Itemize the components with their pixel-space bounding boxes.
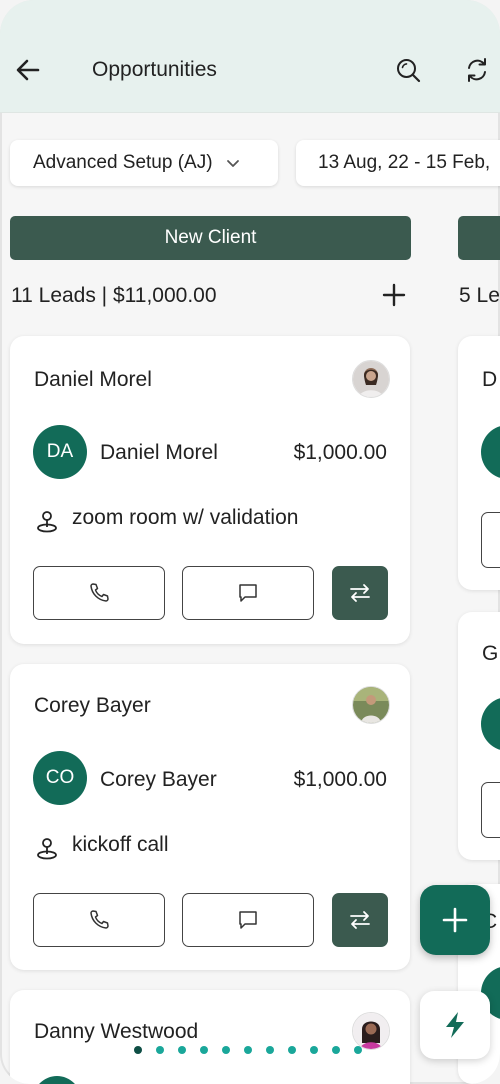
appointment-title: zoom room w/ validation bbox=[72, 506, 299, 529]
call-button[interactable] bbox=[33, 566, 165, 620]
lightning-icon bbox=[446, 1012, 464, 1038]
page-title: Opportunities bbox=[92, 58, 217, 81]
contact-name: Daniel Morel bbox=[100, 441, 218, 464]
arrow-left-icon[interactable] bbox=[12, 54, 44, 86]
page-dot[interactable] bbox=[178, 1046, 186, 1054]
call-button[interactable] bbox=[33, 893, 165, 947]
appointment-title: kickoff call bbox=[72, 833, 169, 856]
avatar bbox=[352, 360, 390, 398]
opportunity-card[interactable]: Danny Westwood bbox=[10, 990, 410, 1084]
location-pin-icon bbox=[37, 511, 57, 533]
opportunity-value: $1,000.00 bbox=[293, 441, 387, 464]
page-dot[interactable] bbox=[266, 1046, 274, 1054]
page-dot[interactable] bbox=[354, 1046, 362, 1054]
opportunity-title: Danny Westwood bbox=[34, 1020, 199, 1043]
avatar bbox=[352, 1012, 390, 1050]
page-dot[interactable] bbox=[332, 1046, 340, 1054]
opportunity-card-2[interactable]: D bbox=[458, 336, 500, 590]
screen: Opportunities Advanced Setup (AJ) 13 Aug… bbox=[0, 0, 500, 1084]
contact-avatar bbox=[481, 425, 500, 479]
swap-arrows-icon bbox=[350, 911, 370, 929]
date-range-label: 13 Aug, 22 - 15 Feb, bbox=[318, 152, 491, 173]
pipeline-selector-label: Advanced Setup (AJ) bbox=[33, 152, 213, 173]
opportunity-title: G bbox=[482, 642, 499, 665]
pipeline-selector[interactable]: Advanced Setup (AJ) bbox=[10, 140, 278, 186]
avatar bbox=[352, 686, 390, 724]
chat-icon bbox=[239, 584, 257, 602]
chat-icon bbox=[239, 911, 257, 929]
quick-action-button[interactable] bbox=[420, 991, 490, 1059]
contact-avatar: CO bbox=[33, 751, 87, 805]
call-button[interactable] bbox=[481, 782, 500, 838]
add-opportunity-icon[interactable] bbox=[381, 282, 407, 308]
plus-icon bbox=[442, 907, 468, 933]
page-indicator bbox=[134, 1046, 362, 1054]
phone-icon bbox=[90, 910, 109, 929]
phone-icon bbox=[90, 583, 109, 602]
search-icon[interactable] bbox=[393, 55, 423, 85]
opportunity-card[interactable]: Daniel Morel DA Daniel Morel $1,000.00 z… bbox=[10, 336, 410, 644]
page-dot[interactable] bbox=[244, 1046, 252, 1054]
page-dot[interactable] bbox=[134, 1046, 142, 1054]
move-stage-button[interactable] bbox=[332, 566, 388, 620]
opportunity-card-3[interactable]: G bbox=[458, 612, 500, 860]
app-bar: Opportunities bbox=[0, 0, 500, 113]
add-button[interactable] bbox=[420, 885, 490, 955]
page-dot[interactable] bbox=[310, 1046, 318, 1054]
page-dot[interactable] bbox=[222, 1046, 230, 1054]
date-range-selector[interactable]: 13 Aug, 22 - 15 Feb, bbox=[296, 140, 500, 186]
chevron-down-icon bbox=[226, 160, 239, 167]
page-dot[interactable] bbox=[156, 1046, 164, 1054]
message-button[interactable] bbox=[182, 566, 314, 620]
contact-name: Corey Bayer bbox=[100, 768, 217, 791]
stage-header-new-client[interactable]: New Client bbox=[10, 216, 411, 260]
page-dot[interactable] bbox=[200, 1046, 208, 1054]
opportunity-title: Daniel Morel bbox=[34, 368, 152, 391]
call-button[interactable] bbox=[481, 512, 500, 568]
contact-avatar bbox=[481, 697, 500, 751]
stage-name: New Client bbox=[164, 227, 257, 248]
stage-summary-2: 5 Le bbox=[459, 284, 500, 307]
swap-arrows-icon bbox=[350, 584, 370, 602]
opportunity-value: $1,000.00 bbox=[293, 768, 387, 791]
stage-header-2[interactable] bbox=[458, 216, 500, 260]
stage-summary: 11 Leads | $11,000.00 bbox=[11, 284, 217, 307]
opportunity-title: Corey Bayer bbox=[34, 694, 151, 717]
opportunity-title: D bbox=[482, 368, 498, 391]
opportunity-card[interactable]: Corey Bayer CO Corey Bayer $1,000.00 kic… bbox=[10, 664, 410, 970]
contact-avatar bbox=[33, 1076, 81, 1084]
message-button[interactable] bbox=[182, 893, 314, 947]
contact-avatar: DA bbox=[33, 425, 87, 479]
page-dot[interactable] bbox=[288, 1046, 296, 1054]
refresh-icon[interactable] bbox=[462, 55, 492, 85]
move-stage-button[interactable] bbox=[332, 893, 388, 947]
location-pin-icon bbox=[37, 838, 57, 860]
